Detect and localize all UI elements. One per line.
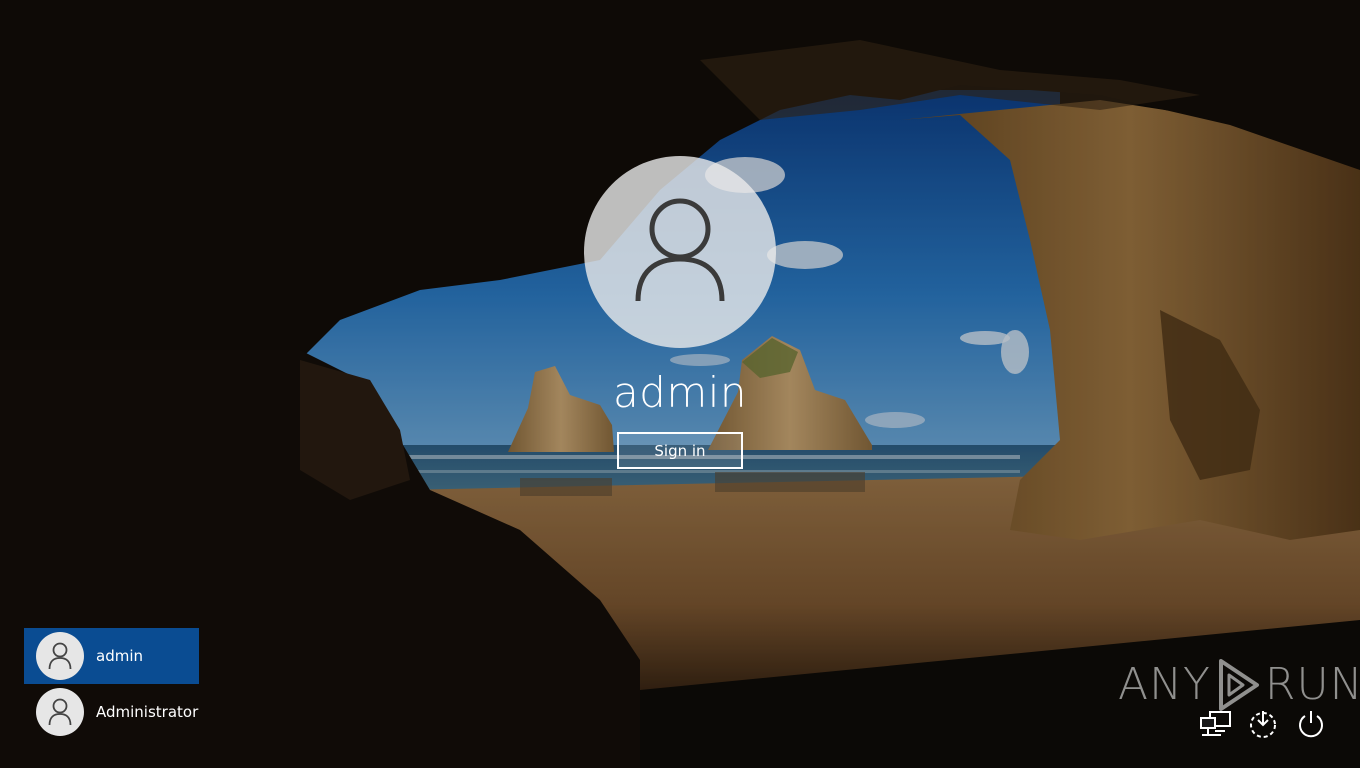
selected-user-name: admin [612,368,748,417]
sign-in-button[interactable]: Sign in [617,432,743,469]
user-silhouette-icon [635,198,725,302]
user-silhouette-icon [48,698,72,726]
network-button[interactable] [1196,704,1236,744]
network-icon [1200,711,1231,736]
user-silhouette-icon [48,642,72,670]
ease-of-access-icon [1250,711,1276,738]
user-avatar [36,688,84,736]
user-avatar [36,632,84,680]
power-icon [1299,711,1323,738]
power-button[interactable] [1291,704,1331,744]
user-name-label: admin [96,647,143,665]
user-item-admin[interactable]: admin [24,628,199,684]
lock-screen: admin Sign in admin Administrator ANY RU… [0,0,1360,768]
ease-of-access-button[interactable] [1243,704,1283,744]
user-list: admin Administrator [24,628,199,740]
user-name-label: Administrator [96,703,199,721]
selected-user-avatar [584,156,776,348]
user-item-administrator[interactable]: Administrator [24,684,199,740]
